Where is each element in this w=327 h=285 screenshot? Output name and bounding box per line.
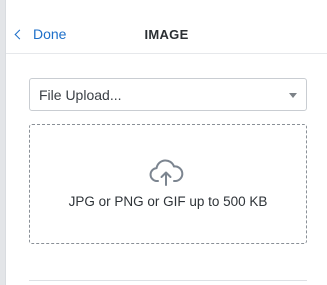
- cloud-upload-icon: [149, 159, 184, 186]
- image-settings-panel: Done IMAGE File Upload... JPG or PNG or …: [5, 0, 327, 285]
- panel-title: IMAGE: [144, 27, 189, 42]
- section-divider: [29, 280, 307, 281]
- image-source-select[interactable]: File Upload...: [29, 78, 307, 111]
- image-source-selected-value: File Upload...: [39, 87, 122, 103]
- panel-header: Done IMAGE: [6, 0, 327, 54]
- file-dropzone[interactable]: JPG or PNG or GIF up to 500 KB: [29, 124, 307, 244]
- dropzone-hint: JPG or PNG or GIF up to 500 KB: [68, 194, 268, 209]
- caret-down-icon: [289, 93, 297, 98]
